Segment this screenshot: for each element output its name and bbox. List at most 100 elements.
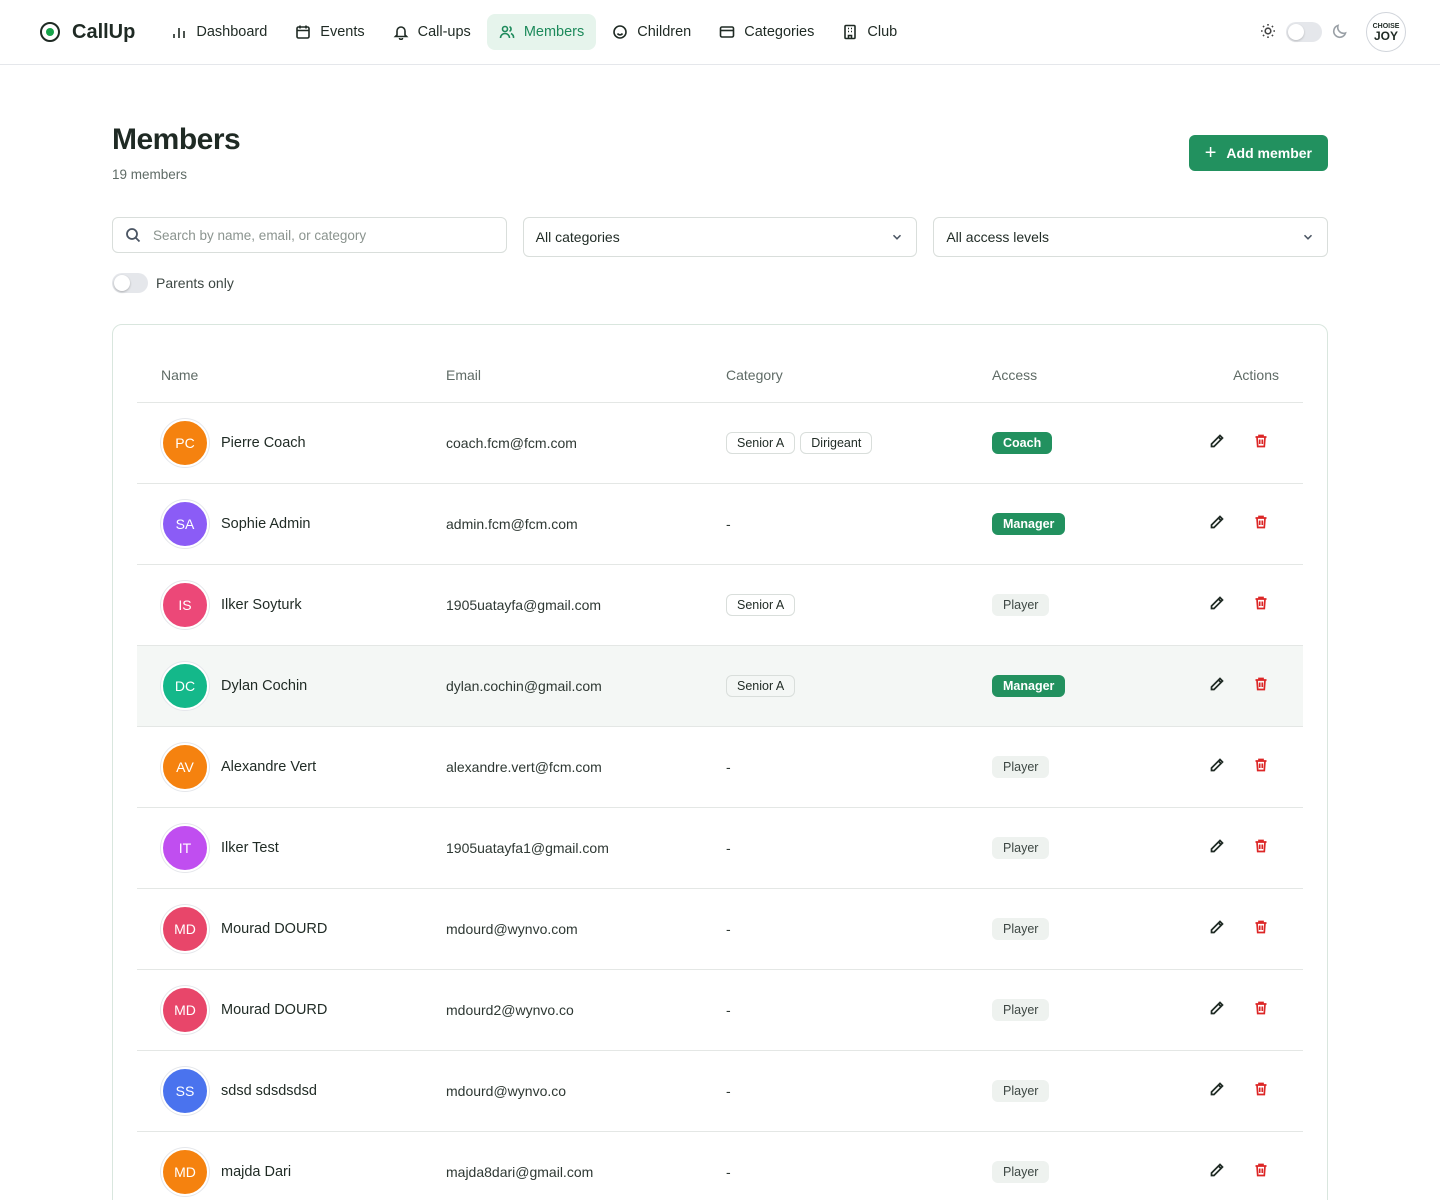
access-cell: Player	[968, 1131, 1128, 1200]
edit-icon[interactable]	[1209, 676, 1225, 695]
table-row[interactable]: MD majda Dari majda8dari@gmail.com - Pla…	[137, 1131, 1303, 1200]
category-cell: -	[702, 969, 968, 1050]
category-select[interactable]: All categories	[522, 217, 918, 257]
access-badge: Coach	[992, 431, 1053, 454]
access-cell: Player	[968, 888, 1128, 969]
access-cell: Player	[968, 564, 1128, 645]
access-badge: Manager	[992, 674, 1066, 697]
member-email: coach.fcm@fcm.com	[446, 434, 577, 451]
name-cell: DC Dylan Cochin	[137, 645, 422, 726]
column-header-name[interactable]: Name	[137, 349, 422, 403]
nav-item-label: Categories	[744, 24, 815, 40]
access-cell: Player	[968, 807, 1128, 888]
members-table-card: Name Email Category Access Actions PC Pi…	[112, 324, 1328, 1200]
name-cell: SS sdsd sdsdsdsd	[137, 1050, 422, 1131]
empty-category: -	[726, 839, 731, 856]
member-name: sdsd sdsdsdsd	[221, 1082, 317, 1099]
category-cell: Senior A	[702, 564, 968, 645]
trash-icon[interactable]	[1253, 1162, 1269, 1181]
nav-item-label: Dashboard	[196, 24, 268, 40]
column-header-email[interactable]: Email	[422, 349, 702, 403]
trash-icon[interactable]	[1253, 514, 1269, 533]
category-cell: -	[702, 807, 968, 888]
user-avatar[interactable]: CHOISE JOY	[1366, 12, 1406, 52]
parents-only-toggle[interactable]	[112, 273, 148, 293]
table-row[interactable]: IS Ilker Soyturk 1905uatayfa@gmail.com S…	[137, 564, 1303, 645]
nav-item-events[interactable]: Events	[283, 14, 376, 50]
table-row[interactable]: SS sdsd sdsdsdsd mdourd@wynvo.co - Playe…	[137, 1050, 1303, 1131]
edit-icon[interactable]	[1209, 919, 1225, 938]
column-header-category[interactable]: Category	[702, 349, 968, 403]
category-select-value: All categories	[535, 229, 620, 245]
access-cell: Player	[968, 1050, 1128, 1131]
member-count: 19 members	[112, 167, 188, 182]
edit-icon[interactable]	[1209, 595, 1225, 614]
table-row[interactable]: PC Pierre Coach coach.fcm@fcm.com Senior…	[137, 402, 1303, 483]
email-cell: mdourd2@wynvo.co	[422, 969, 702, 1050]
nav-item-children[interactable]: Children	[600, 14, 703, 50]
access-badge: Player	[992, 1160, 1050, 1183]
avatar: MD	[161, 1147, 209, 1196]
trash-icon[interactable]	[1253, 838, 1269, 857]
trash-icon[interactable]	[1253, 676, 1269, 695]
member-email: 1905uatayfa1@gmail.com	[446, 839, 609, 856]
brand[interactable]: CallUp	[40, 21, 135, 44]
category-tag: Senior A	[726, 431, 796, 454]
category-cell: Senior A	[702, 645, 968, 726]
member-name: Alexandre Vert	[221, 758, 317, 775]
access-cell: Coach	[968, 402, 1128, 483]
trash-icon[interactable]	[1253, 595, 1269, 614]
name-cell: PC Pierre Coach	[137, 402, 422, 483]
nav-item-club[interactable]: Club	[830, 14, 909, 50]
trash-icon[interactable]	[1253, 1000, 1269, 1019]
nav-item-dashboard[interactable]: Dashboard	[159, 14, 279, 50]
chevron-down-icon	[1303, 234, 1313, 240]
edit-icon[interactable]	[1209, 757, 1225, 776]
access-badge: Player	[992, 917, 1050, 940]
edit-icon[interactable]	[1209, 1081, 1225, 1100]
nav-item-members[interactable]: Members	[486, 14, 597, 50]
avatar: MD	[161, 985, 209, 1034]
search-input[interactable]: Search by name, email, or category	[112, 217, 507, 253]
actions-cell	[1128, 726, 1303, 807]
avatar-text-bottom: JOY	[1373, 28, 1398, 43]
edit-icon[interactable]	[1209, 433, 1225, 452]
email-cell: majda8dari@gmail.com	[422, 1131, 702, 1200]
column-header-access[interactable]: Access	[968, 349, 1128, 403]
building-icon	[844, 24, 857, 40]
nav-item-label: Club	[867, 24, 898, 40]
users-icon	[499, 25, 515, 39]
actions-cell	[1128, 645, 1303, 726]
sun-icon	[1260, 23, 1276, 42]
access-level-select[interactable]: All access levels	[933, 217, 1329, 257]
parents-only-filter: Parents only	[112, 273, 1328, 293]
table-row[interactable]: SA Sophie Admin admin.fcm@fcm.com - Mana…	[137, 483, 1303, 564]
email-cell: alexandre.vert@fcm.com	[422, 726, 702, 807]
trash-icon[interactable]	[1253, 919, 1269, 938]
table-row[interactable]: MD Mourad DOURD mdourd2@wynvo.co - Playe…	[137, 969, 1303, 1050]
edit-icon[interactable]	[1209, 1000, 1225, 1019]
trash-icon[interactable]	[1253, 757, 1269, 776]
member-email: dylan.cochin@gmail.com	[446, 677, 602, 694]
edit-icon[interactable]	[1209, 838, 1225, 857]
actions-cell	[1128, 483, 1303, 564]
table-header-row: Name Email Category Access Actions	[137, 349, 1303, 403]
nav-item-categories[interactable]: Categories	[707, 14, 826, 50]
actions-cell	[1128, 564, 1303, 645]
theme-toggle[interactable]	[1286, 22, 1322, 42]
table-row[interactable]: DC Dylan Cochin dylan.cochin@gmail.com S…	[137, 645, 1303, 726]
table-row[interactable]: IT Ilker Test 1905uatayfa1@gmail.com - P…	[137, 807, 1303, 888]
avatar: MD	[161, 904, 209, 953]
edit-icon[interactable]	[1209, 1162, 1225, 1181]
nav-item-call-ups[interactable]: Call-ups	[381, 14, 483, 50]
table-row[interactable]: AV Alexandre Vert alexandre.vert@fcm.com…	[137, 726, 1303, 807]
add-member-button[interactable]: + Add member	[1188, 135, 1328, 171]
calendar-icon	[296, 25, 311, 39]
filters-bar: Search by name, email, or category All c…	[112, 217, 1329, 257]
table-body: PC Pierre Coach coach.fcm@fcm.com Senior…	[137, 402, 1303, 1200]
trash-icon[interactable]	[1253, 433, 1269, 452]
trash-icon[interactable]	[1253, 1081, 1269, 1100]
table-row[interactable]: MD Mourad DOURD mdourd@wynvo.com - Playe…	[137, 888, 1303, 969]
category-tag: Senior A	[726, 593, 796, 616]
edit-icon[interactable]	[1209, 514, 1225, 533]
